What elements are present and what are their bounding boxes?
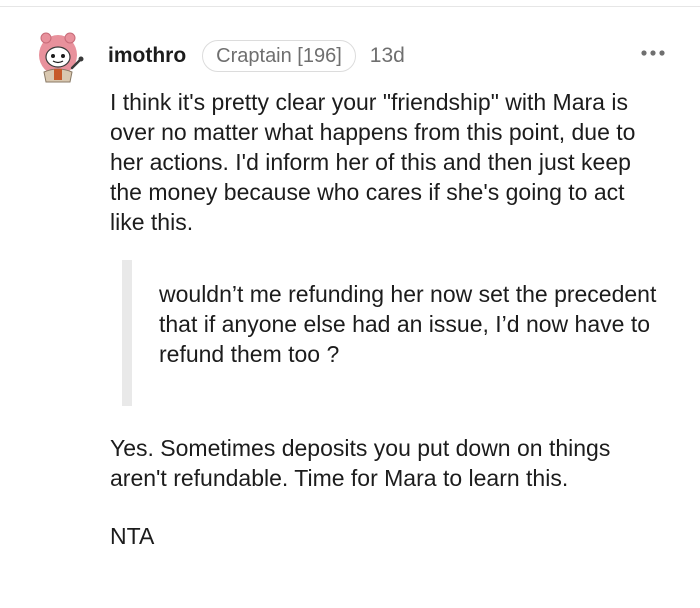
user-avatar[interactable] [34,28,86,84]
blockquote-text: wouldn’t me refunding her now set the pr… [159,281,657,367]
more-horizontal-icon [641,50,665,56]
user-flair-badge: Craptain [196] [202,40,356,72]
comment-paragraph: I think it's pretty clear your "friendsh… [110,89,636,235]
comment-header: imothro Craptain [196] 13d [108,40,405,72]
username-link[interactable]: imothro [108,44,186,68]
comment-age: 13d [369,44,405,67]
more-options-button[interactable] [640,43,666,63]
blockquote-bar [122,260,132,406]
snoo-avatar-icon [39,32,84,83]
comment: imothro Craptain [196] 13d I think it's … [0,0,700,608]
comment-paragraph: Yes. Sometimes deposits you put down on … [110,435,611,491]
comment-paragraph: NTA [110,523,155,549]
